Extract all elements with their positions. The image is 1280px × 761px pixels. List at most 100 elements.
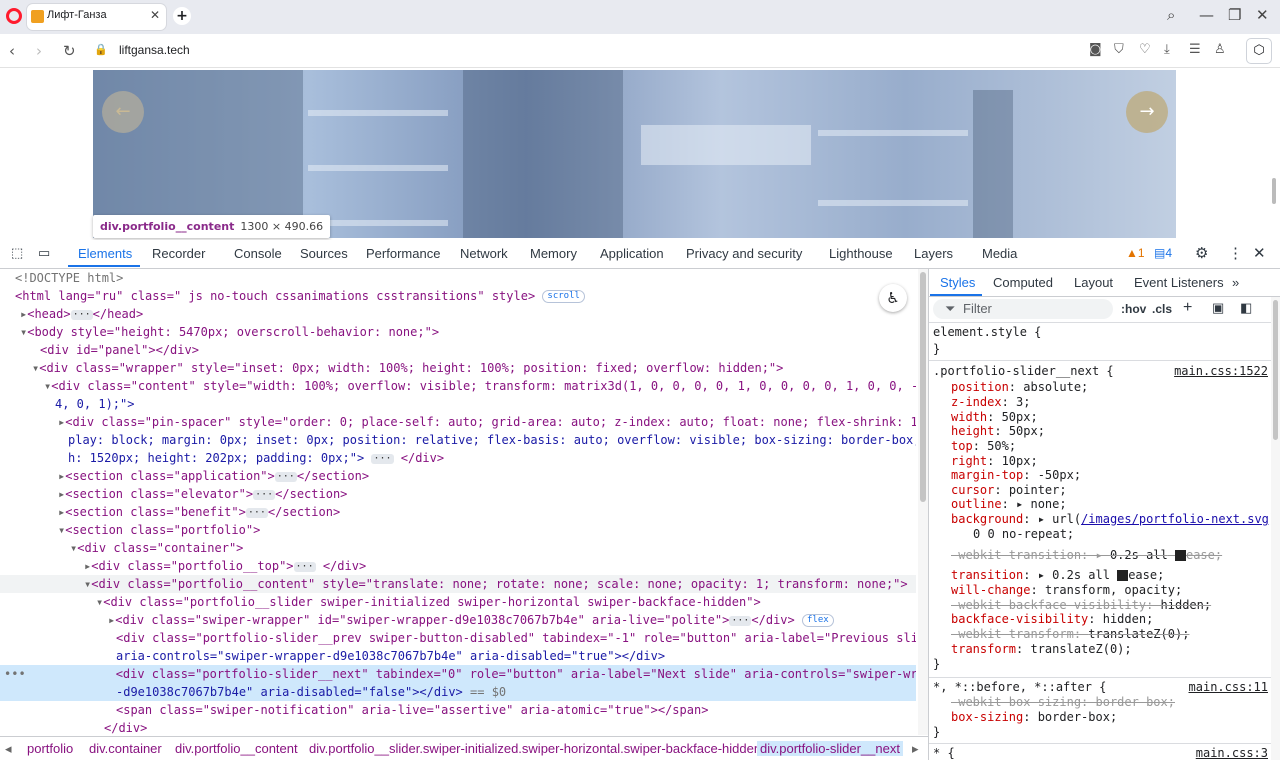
- background-url-link[interactable]: /images/portfolio-next.svg: [1081, 512, 1269, 526]
- cls-toggle[interactable]: .cls: [1152, 302, 1172, 316]
- dom-line[interactable]: ▾<div class="content" style="width: 100%…: [0, 377, 916, 395]
- lock-icon[interactable]: 🔒: [94, 43, 108, 56]
- flex-badge[interactable]: flex: [801, 614, 834, 627]
- tab-event-listeners[interactable]: Event Listeners: [1134, 275, 1224, 290]
- tab-computed[interactable]: Computed: [993, 275, 1053, 290]
- dom-line[interactable]: ▸<section class="elevator"> ··· </section>: [0, 485, 916, 503]
- url-field[interactable]: liftgansa.tech: [119, 43, 190, 57]
- forward-icon[interactable]: ›: [36, 42, 42, 60]
- css-declaration[interactable]: -webkit-transition: ▸ 0.2s all ease;: [933, 548, 1280, 563]
- css-declaration[interactable]: position: absolute;: [933, 380, 1280, 395]
- styles-scroll-thumb[interactable]: [1273, 300, 1278, 440]
- css-declaration[interactable]: -webkit-box-sizing: border-box;: [933, 695, 1280, 710]
- tab-elements[interactable]: Elements: [78, 246, 132, 261]
- accessibility-tree-icon[interactable]: ♿: [879, 284, 907, 312]
- dom-line[interactable]: <html lang="ru" class=" js no-touch cssa…: [0, 287, 916, 305]
- restore-icon[interactable]: ❐: [1228, 6, 1241, 24]
- minimize-icon[interactable]: —: [1199, 6, 1214, 24]
- tab-memory[interactable]: Memory: [530, 246, 577, 261]
- page-scrollbar[interactable]: [1272, 178, 1276, 204]
- css-declaration[interactable]: right: 10px;: [933, 454, 1280, 469]
- dom-line[interactable]: ▸<section class="application"> ··· </secti…: [0, 467, 916, 485]
- collapsed-ellipsis[interactable]: ···: [70, 309, 93, 320]
- slider-next-button[interactable]: →: [1126, 91, 1168, 133]
- scroll-badge[interactable]: scroll: [542, 290, 585, 303]
- dom-line[interactable]: ▾<div class="container">: [0, 539, 916, 557]
- css-declaration[interactable]: z-index: 3;: [933, 395, 1280, 410]
- breadcrumb-scroll-left-icon[interactable]: ◂: [5, 741, 12, 757]
- tab-network[interactable]: Network: [460, 246, 508, 261]
- profile-icon[interactable]: ♙: [1214, 42, 1226, 57]
- close-window-icon[interactable]: ✕: [1256, 6, 1269, 24]
- hov-toggle[interactable]: :hov: [1121, 302, 1146, 316]
- extensions-cube-icon[interactable]: ⬡: [1246, 38, 1272, 64]
- easing-editor-icon[interactable]: [1117, 570, 1129, 581]
- css-declaration[interactable]: backface-visibility: hidden;: [933, 612, 1280, 627]
- css-declaration[interactable]: margin-top: -50px;: [933, 468, 1280, 483]
- breadcrumb-item-selected[interactable]: div.portfolio-slider__next: [757, 741, 903, 756]
- css-declaration[interactable]: width: 50px;: [933, 410, 1280, 425]
- tab-media[interactable]: Media: [982, 246, 1017, 261]
- tab-console[interactable]: Console: [234, 246, 282, 261]
- tab-layout[interactable]: Layout: [1074, 275, 1113, 290]
- css-declaration[interactable]: transform: translateZ(0);: [933, 642, 1280, 657]
- dom-line-selected[interactable]: -d9e1038c7067b7b4e" aria-disabled="false…: [0, 683, 916, 701]
- new-style-rule-icon[interactable]: +: [1183, 299, 1192, 317]
- dom-line[interactable]: <div id="panel"></div>: [0, 341, 916, 359]
- tab-styles[interactable]: Styles: [940, 275, 975, 290]
- breadcrumb-item[interactable]: div.portfolio__slider.swiper-initialized…: [309, 741, 761, 756]
- close-devtools-icon[interactable]: ✕: [1253, 244, 1266, 262]
- dom-line[interactable]: </div>: [0, 719, 916, 735]
- dom-line[interactable]: ▾<div class="portfolio__slider swiper-in…: [0, 593, 916, 611]
- rule-source-link[interactable]: main.css:11: [1189, 680, 1268, 695]
- dom-line[interactable]: play: block; margin: 0px; inset: 0px; po…: [0, 431, 916, 449]
- dom-line[interactable]: ▾<section class="portfolio">: [0, 521, 916, 539]
- slider-prev-button[interactable]: ←: [102, 91, 144, 133]
- breadcrumb-item[interactable]: portfolio: [27, 741, 73, 756]
- browser-tab[interactable]: Лифт-Ганза ✕: [27, 4, 166, 30]
- more-tabs-icon[interactable]: »: [1232, 275, 1239, 290]
- tab-lighthouse[interactable]: Lighthouse: [829, 246, 893, 261]
- dom-line[interactable]: ▸<div class="portfolio__top"> ··· </div>: [0, 557, 916, 575]
- css-declaration[interactable]: height: 50px;: [933, 424, 1280, 439]
- new-tab-button[interactable]: +: [173, 7, 191, 25]
- easy-setup-icon[interactable]: ☰: [1189, 42, 1201, 57]
- dom-line-selected[interactable]: ••• <div class="portfolio-slider__next" t…: [0, 665, 916, 683]
- element-state-icon[interactable]: ▣: [1212, 300, 1224, 316]
- css-declaration[interactable]: transition: ▸ 0.2s all ease;: [933, 568, 1280, 583]
- easing-editor-icon[interactable]: [1174, 550, 1186, 561]
- dom-line[interactable]: ▸<div class="swiper-wrapper" id="swiper-…: [0, 611, 916, 629]
- tab-privacy-security[interactable]: Privacy and security: [686, 246, 802, 261]
- elements-tree[interactable]: <!DOCTYPE html> <html lang="ru" class=" …: [0, 269, 918, 735]
- opera-menu-icon[interactable]: [6, 8, 22, 24]
- css-declaration[interactable]: box-sizing: border-box;: [933, 710, 1280, 725]
- tab-performance[interactable]: Performance: [366, 246, 440, 261]
- breadcrumb-item[interactable]: div.portfolio__content: [175, 741, 298, 756]
- css-declaration[interactable]: outline: ▸ none;: [933, 497, 1280, 512]
- css-declaration[interactable]: -webkit-transform: translateZ(0);: [933, 627, 1280, 642]
- tab-application[interactable]: Application: [600, 246, 664, 261]
- dom-line[interactable]: ▾<div class="wrapper" style="inset: 0px;…: [0, 359, 916, 377]
- dom-line[interactable]: aria-controls="swiper-wrapper-d9e1038c70…: [0, 647, 916, 665]
- rule-source-link[interactable]: main.css:3: [1196, 746, 1268, 761]
- messages-badge[interactable]: ▤4: [1154, 246, 1172, 260]
- dom-line[interactable]: ▸<section class="benefit"> ··· </section>: [0, 503, 916, 521]
- rule-source-link[interactable]: main.css:1522: [1174, 364, 1268, 379]
- breadcrumb-item[interactable]: div.container: [89, 741, 162, 756]
- warnings-badge[interactable]: ▲1: [1126, 246, 1145, 260]
- inspect-element-icon[interactable]: ⬚: [11, 245, 23, 261]
- elements-scroll-thumb[interactable]: [920, 272, 926, 502]
- css-declaration[interactable]: background: ▸ url(/images/portfolio-next…: [933, 512, 1280, 527]
- dom-line[interactable]: <span class="swiper-notification" aria-l…: [0, 701, 916, 719]
- camera-icon[interactable]: ◙: [1089, 42, 1102, 57]
- dom-line[interactable]: ▾<div class="portfolio__content" style="…: [0, 575, 916, 593]
- tab-layers[interactable]: Layers: [914, 246, 953, 261]
- breadcrumb-scroll-right-icon[interactable]: ▸: [912, 741, 919, 757]
- css-declaration[interactable]: cursor: pointer;: [933, 483, 1280, 498]
- dom-line[interactable]: ▸<head> ··· </head>: [0, 305, 916, 323]
- css-declaration[interactable]: -webkit-backface-visibility: hidden;: [933, 598, 1280, 613]
- css-declaration[interactable]: will-change: transform, opacity;: [933, 583, 1280, 598]
- styles-filter-input[interactable]: [933, 299, 1113, 319]
- tab-recorder[interactable]: Recorder: [152, 246, 205, 261]
- more-options-icon[interactable]: ⋮: [1228, 244, 1243, 262]
